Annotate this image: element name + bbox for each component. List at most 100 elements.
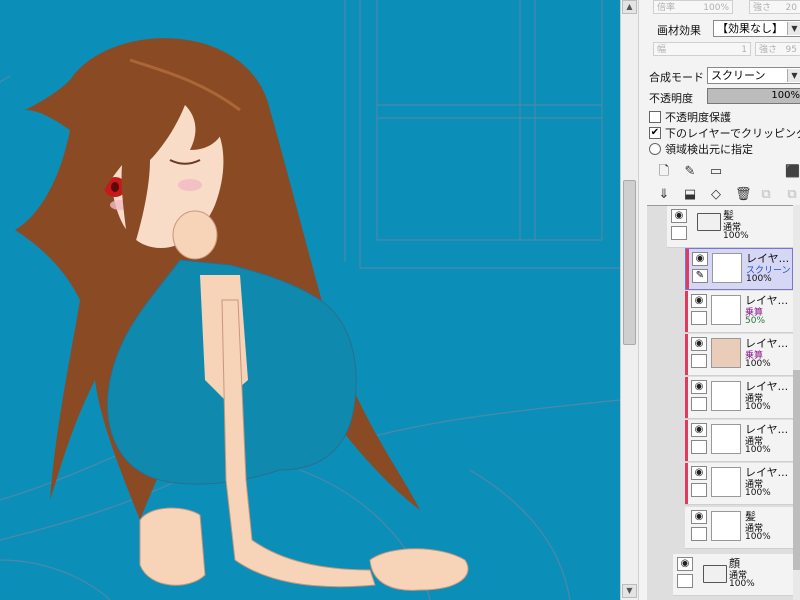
layer-list: ◉ 髪 通常 100% ◉ ✎ レイヤ... スクリーン 100% ◉ レイヤ.… [647,205,793,600]
clipping-indicator [685,463,688,504]
drawing-canvas[interactable] [0,0,620,600]
layer-opacity: 50% [745,316,766,326]
layer-item-normal-2[interactable]: ◉ レイヤ... 通常 100% [685,420,793,462]
layer-opacity: 100% [745,359,771,369]
blend-mode-select[interactable]: スクリーン ▼ [707,67,800,84]
layer-opacity: 100% [746,274,772,284]
scroll-down-arrow-icon[interactable]: ▼ [622,584,637,598]
layer-panel: 倍率 100% 強さ 20 画材効果 【効果なし】 ▼ 幅 1 強さ 95 合成… [638,0,800,600]
layer-opacity: 100% [745,445,771,455]
strength-value: 95 [785,45,797,55]
layer-item-folder-hair[interactable]: ◉ 髪 通常 100% [667,206,793,248]
layer-mask-icon[interactable]: ⬛ [785,164,800,179]
blend-mode-label: 合成モード [649,71,704,84]
layer-lock-checkbox[interactable] [691,483,707,497]
chevron-down-icon: ▼ [787,69,800,82]
region-source-label: 領域検出元に指定 [665,143,753,156]
layer-item-multiply[interactable]: ◉ レイヤ... 乗算 100% [685,334,793,376]
clipping-indicator [685,291,688,332]
layer-lock-checkbox[interactable] [691,354,707,368]
layer-opacity: 100% [745,532,771,542]
eye-icon[interactable]: ◉ [691,466,707,480]
blend-mode-value: スクリーン [711,69,766,82]
layer-thumbnail [711,424,741,454]
strength-value-top: 20 [785,3,797,13]
copy-layer-icon: ⧉ [761,187,771,202]
width-value: 1 [741,45,747,55]
eye-icon[interactable]: ◉ [691,510,707,524]
eye-icon[interactable]: ◉ [691,294,707,308]
width-field: 幅 1 [653,42,751,56]
clipping-label: 下のレイヤーでクリッピング [665,127,800,140]
scroll-up-arrow-icon[interactable]: ▲ [622,0,637,14]
texture-effect-select[interactable]: 【効果なし】 ▼ [713,20,800,37]
strength-label-top: 強さ [753,3,772,13]
layer-lock-checkbox[interactable] [677,574,693,588]
opacity-label: 不透明度 [649,92,693,105]
brush-edit-icon[interactable]: ✎ [692,269,708,283]
region-source-radio[interactable] [649,143,661,155]
layer-lock-checkbox[interactable] [671,226,687,240]
layer-item-folder-face[interactable]: ◉ 顔 通常 100% [673,554,793,596]
eye-icon[interactable]: ◉ [691,380,707,394]
scale-label: 倍率 [657,3,676,13]
folder-icon [703,565,727,583]
delete-layer-icon[interactable]: 🗑 [735,187,752,202]
layer-thumbnail [711,338,741,368]
width-label: 幅 [657,45,667,55]
layer-opacity: 100% [729,579,755,589]
eye-icon[interactable]: ◉ [691,423,707,437]
paste-layer-icon: ⧉ [787,187,797,202]
folder-icon [697,213,721,231]
layer-item-screen[interactable]: ◉ ✎ レイヤ... スクリーン 100% [685,248,793,290]
layer-item-hair[interactable]: ◉ 髪 通常 100% [685,507,793,549]
protect-opacity-label: 不透明度保護 [665,111,731,124]
layer-opacity: 100% [745,402,771,412]
scrollbar-thumb[interactable] [623,180,636,345]
layer-item-normal-1[interactable]: ◉ レイヤ... 通常 100% [685,377,793,419]
clipping-indicator [685,377,688,418]
scale-field: 倍率 100% [653,0,733,14]
layer-thumbnail [711,381,741,411]
layer-thumbnail [711,295,741,325]
new-folder-icon[interactable]: ▭ [709,164,723,179]
clipping-indicator [685,334,688,375]
merge-down-icon[interactable]: ⬓ [683,187,697,202]
new-vector-layer-icon[interactable]: ✎ [683,164,697,179]
eye-icon[interactable]: ◉ [692,252,708,266]
new-layer-icon[interactable]: 🗋 [657,164,671,179]
transfer-down-icon[interactable]: ⇓ [657,187,671,202]
eye-icon[interactable]: ◉ [671,209,687,223]
layer-lock-checkbox[interactable] [691,311,707,325]
layer-item-multiply-50[interactable]: ◉ レイヤ... 乗算 50% [685,291,793,333]
layer-thumbnail [712,253,742,283]
strength-field-top: 強さ 20 [749,0,800,14]
layer-list-scrollbar[interactable] [793,205,800,600]
layer-list-scrollbar-thumb[interactable] [793,370,800,570]
layer-lock-checkbox[interactable] [691,527,707,541]
eye-icon[interactable]: ◉ [677,557,693,571]
layer-opacity: 100% [745,488,771,498]
protect-opacity-checkbox[interactable] [649,111,661,123]
layer-thumbnail [711,511,741,541]
texture-effect-value: 【効果なし】 [717,22,783,35]
strength-field: 強さ 95 [755,42,800,56]
layer-lock-checkbox[interactable] [691,440,707,454]
clipping-checkbox[interactable]: ✔ [649,127,661,139]
opacity-slider[interactable]: 100% [707,88,800,104]
layer-thumbnail [711,467,741,497]
scale-value: 100% [703,3,729,13]
layer-opacity: 100% [723,231,749,241]
layer-lock-checkbox[interactable] [691,397,707,411]
clear-layer-icon[interactable]: ◇ [709,187,723,202]
chevron-down-icon: ▼ [787,22,800,35]
opacity-value: 100% [771,90,800,101]
layer-item-normal-3[interactable]: ◉ レイヤ... 通常 100% [685,463,793,505]
strength-label: 強さ [759,45,778,55]
canvas-vertical-scrollbar[interactable]: ▲ ▼ [620,0,638,600]
artwork-illustration [0,0,620,600]
texture-effect-label: 画材効果 [657,24,701,37]
clipping-indicator [685,420,688,461]
clipping-indicator [686,249,689,289]
eye-icon[interactable]: ◉ [691,337,707,351]
